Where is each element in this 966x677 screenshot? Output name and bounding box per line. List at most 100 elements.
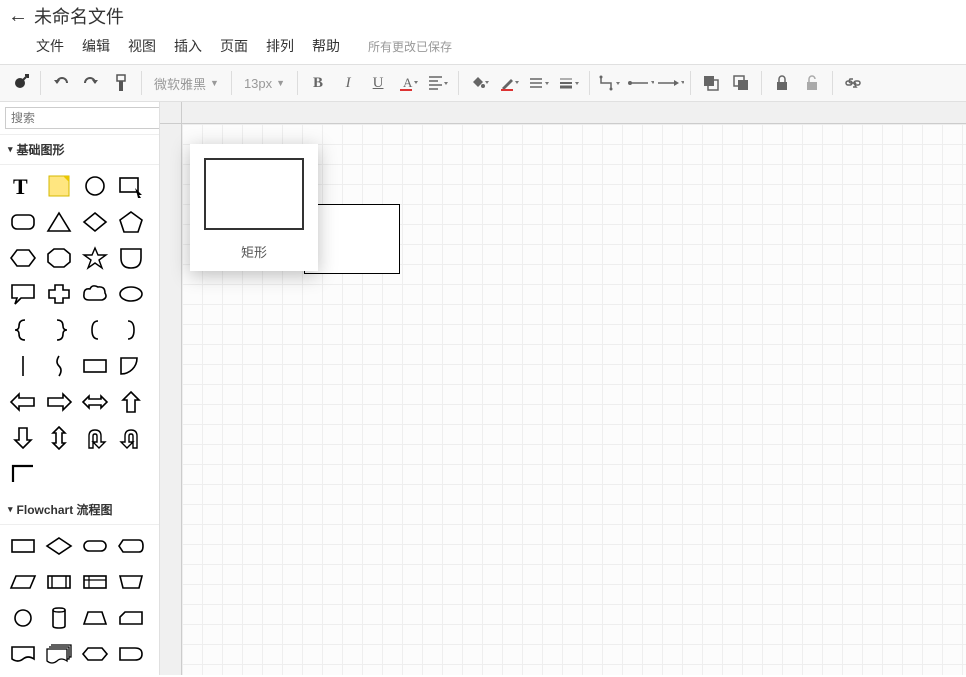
shape-note[interactable] <box>42 169 76 203</box>
undo-button[interactable] <box>47 69 75 97</box>
drawing-canvas[interactable]: 矩形 <box>182 124 966 675</box>
shape-bracket-right[interactable] <box>114 313 148 347</box>
shape-bracket-left[interactable] <box>78 313 112 347</box>
shape-pentagon[interactable] <box>114 205 148 239</box>
fc-tape[interactable] <box>114 673 148 675</box>
shape-hexagon[interactable] <box>6 241 40 275</box>
basic-shapes-grid: T <box>0 165 159 495</box>
shape-rect-cursor[interactable] <box>114 169 148 203</box>
menu-arrange[interactable]: 排列 <box>266 36 294 56</box>
shape-line-v2[interactable] <box>42 349 76 383</box>
shape-oval[interactable] <box>114 277 148 311</box>
shape-shield[interactable] <box>114 241 148 275</box>
lock-button[interactable] <box>768 69 796 97</box>
shape-rounded-rect[interactable] <box>6 205 40 239</box>
shape-sidebar: 基础图形 T <box>0 102 160 675</box>
shape-brace-left[interactable] <box>6 313 40 347</box>
horizontal-ruler[interactable] <box>182 102 966 124</box>
fc-connector[interactable] <box>6 601 40 635</box>
shape-arrow-up[interactable] <box>114 385 148 419</box>
shape-arrow-right[interactable] <box>42 385 76 419</box>
menu-help[interactable]: 帮助 <box>312 36 340 56</box>
arrow-end-button[interactable] <box>656 69 684 97</box>
shape-ellipse[interactable] <box>78 169 112 203</box>
fc-card[interactable] <box>114 601 148 635</box>
line-style-button[interactable] <box>525 69 553 97</box>
shape-plus[interactable] <box>42 277 76 311</box>
connector-button[interactable] <box>596 69 624 97</box>
search-input[interactable] <box>5 107 160 129</box>
fc-process[interactable] <box>6 529 40 563</box>
category-basic[interactable]: 基础图形 <box>0 135 159 165</box>
font-family-select[interactable]: 微软雅黑▼ <box>148 70 225 96</box>
fc-merge[interactable] <box>42 673 76 675</box>
shape-rect-thin[interactable] <box>78 349 112 383</box>
shape-uturn-right[interactable] <box>114 421 148 455</box>
shape-quarter[interactable] <box>114 349 148 383</box>
shape-arrow-left[interactable] <box>6 385 40 419</box>
fc-database[interactable] <box>42 601 76 635</box>
placed-rectangle[interactable] <box>304 204 400 274</box>
fc-manual[interactable] <box>114 565 148 599</box>
shape-brace-right[interactable] <box>42 313 76 347</box>
shape-corner[interactable] <box>6 457 40 491</box>
fc-offpage[interactable] <box>6 673 40 675</box>
menu-file[interactable]: 文件 <box>36 36 64 56</box>
link-button[interactable] <box>839 69 867 97</box>
fc-trap[interactable] <box>78 601 112 635</box>
fc-internal[interactable] <box>78 565 112 599</box>
toolbar: 微软雅黑▼ 13px▼ B I U A <box>0 64 966 102</box>
menu-bar: 文件 编辑 视图 插入 页面 排列 帮助 所有更改已保存 <box>0 32 966 64</box>
tooltip-preview-rect <box>204 158 304 230</box>
fc-hex[interactable] <box>78 637 112 671</box>
format-painter-button[interactable] <box>107 69 135 97</box>
fill-color-button[interactable] <box>465 69 493 97</box>
fc-stored[interactable] <box>78 673 112 675</box>
bold-button[interactable]: B <box>304 69 332 97</box>
unlock-button[interactable] <box>798 69 826 97</box>
canvas-area: 矩形 <box>160 102 966 675</box>
bring-front-button[interactable] <box>697 69 725 97</box>
category-flowchart[interactable]: Flowchart 流程图 <box>0 495 159 525</box>
shape-triangle[interactable] <box>42 205 76 239</box>
menu-edit[interactable]: 编辑 <box>82 36 110 56</box>
redo-button[interactable] <box>77 69 105 97</box>
shape-line-v[interactable] <box>6 349 40 383</box>
fc-delay[interactable] <box>114 637 148 671</box>
fc-terminator[interactable] <box>78 529 112 563</box>
shape-cloud[interactable] <box>78 277 112 311</box>
shape-octagon[interactable] <box>42 241 76 275</box>
shape-arrow-ud[interactable] <box>42 421 76 455</box>
font-color-button[interactable]: A <box>394 69 422 97</box>
align-button[interactable] <box>424 69 452 97</box>
menu-view[interactable]: 视图 <box>128 36 156 56</box>
fc-decision[interactable] <box>42 529 76 563</box>
back-arrow-icon[interactable]: ← <box>8 5 28 28</box>
shape-uturn-left[interactable] <box>78 421 112 455</box>
line-color-button[interactable] <box>495 69 523 97</box>
share-button[interactable] <box>6 69 34 97</box>
font-size-select[interactable]: 13px▼ <box>238 70 291 96</box>
underline-button[interactable]: U <box>364 69 392 97</box>
fc-doc[interactable] <box>6 637 40 671</box>
shape-arrow-lr[interactable] <box>78 385 112 419</box>
line-width-button[interactable] <box>555 69 583 97</box>
fc-data[interactable] <box>6 565 40 599</box>
menu-insert[interactable]: 插入 <box>174 36 202 56</box>
shape-text[interactable]: T <box>6 169 40 203</box>
italic-button[interactable]: I <box>334 69 362 97</box>
shape-arrow-down[interactable] <box>6 421 40 455</box>
fc-display[interactable] <box>114 529 148 563</box>
ruler-corner <box>160 102 182 124</box>
vertical-ruler[interactable] <box>160 124 182 675</box>
arrow-start-button[interactable] <box>626 69 654 97</box>
menu-page[interactable]: 页面 <box>220 36 248 56</box>
shape-star[interactable] <box>78 241 112 275</box>
shape-rhombus[interactable] <box>78 205 112 239</box>
tooltip-label: 矩形 <box>241 242 267 261</box>
fc-multi[interactable] <box>42 637 76 671</box>
send-back-button[interactable] <box>727 69 755 97</box>
fc-predefined[interactable] <box>42 565 76 599</box>
shape-callout[interactable] <box>6 277 40 311</box>
document-title[interactable]: 未命名文件 <box>34 3 124 29</box>
